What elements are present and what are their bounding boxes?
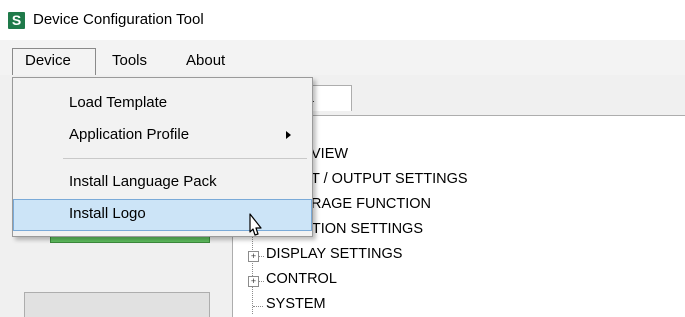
device-menu-dropdown: Load Template Application Profile Instal…	[12, 77, 313, 237]
menu-about[interactable]: About	[186, 52, 225, 69]
tree-connector	[253, 306, 263, 307]
menu-device[interactable]: Device	[12, 48, 96, 78]
tree-item-system[interactable]: SYSTEM	[266, 296, 326, 312]
tree-connector	[258, 281, 264, 282]
title-bar: S Device Configuration Tool	[0, 0, 685, 40]
tree-item-input-output-settings[interactable]: T / OUTPUT SETTINGS	[311, 171, 468, 187]
menu-item-label: Install Logo	[69, 205, 146, 222]
submenu-arrow-icon	[286, 131, 291, 139]
menu-device-label: Device	[25, 52, 71, 69]
tree-item-display-settings[interactable]: DISPLAY SETTINGS	[266, 246, 402, 262]
menu-item-install-language-pack[interactable]: Install Language Pack	[13, 167, 312, 198]
menu-item-label: Application Profile	[69, 126, 190, 143]
menu-item-load-template[interactable]: Load Template	[13, 88, 312, 119]
window-title: Device Configuration Tool	[33, 11, 204, 28]
menu-item-label: Install Language Pack	[69, 173, 217, 190]
tree-item-control[interactable]: CONTROL	[266, 271, 337, 287]
menu-bar	[0, 40, 685, 75]
menu-item-install-logo[interactable]: Install Logo	[13, 199, 312, 231]
menu-tools[interactable]: Tools	[112, 52, 147, 69]
app-icon: S	[8, 12, 25, 29]
pointer-cursor-icon	[249, 213, 262, 236]
tree-connector	[258, 256, 264, 257]
tree-item-overview[interactable]: VIEW	[311, 146, 348, 162]
tree-item-storage-function[interactable]: RAGE FUNCTION	[311, 196, 431, 212]
secondary-button[interactable]	[24, 292, 210, 317]
menu-item-application-profile[interactable]: Application Profile	[13, 120, 312, 151]
menu-item-label: Load Template	[69, 94, 168, 111]
menu-separator	[63, 158, 307, 159]
